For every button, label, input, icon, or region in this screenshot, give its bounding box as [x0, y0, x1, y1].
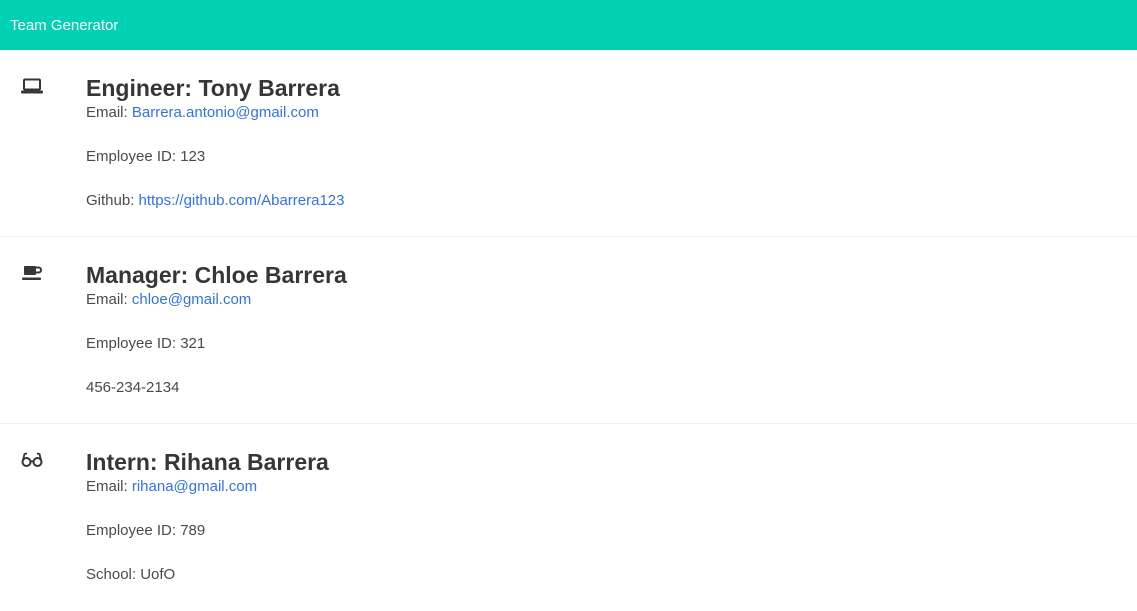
employee-card-intern: Intern: Rihana Barrera Email: rihana@gma…: [0, 424, 1137, 611]
github-link[interactable]: https://github.com/Abarrera123: [139, 192, 345, 209]
employee-id: Employee ID: 321: [86, 335, 206, 352]
employee-details: Manager: Chloe Barrera Email: chloe@gmai…: [86, 261, 347, 397]
email-line: Email: rihana@gmail.com: [86, 478, 329, 496]
laptop-icon: [21, 78, 43, 94]
email-link[interactable]: Barrera.antonio@gmail.com: [132, 104, 319, 121]
school-value: UofO: [140, 566, 176, 583]
employee-card-engineer: Engineer: Tony Barrera Email: Barrera.an…: [0, 50, 1137, 237]
employee-title: Engineer: Tony Barrera: [86, 75, 340, 101]
email-link[interactable]: chloe@gmail.com: [132, 291, 251, 308]
employee-card-manager: Manager: Chloe Barrera Email: chloe@gmai…: [0, 237, 1137, 424]
email-label: Email:: [86, 478, 128, 495]
employee-id: Employee ID: 789: [86, 522, 206, 539]
employee-title: Manager: Chloe Barrera: [86, 262, 347, 288]
glasses-icon: [21, 452, 43, 467]
coffee-icon: [22, 266, 42, 280]
github-line: Github: https://github.com/Abarrera123: [86, 192, 345, 210]
employee-list: Engineer: Tony Barrera Email: Barrera.an…: [0, 50, 1137, 611]
office-number: 456-234-2134: [86, 379, 180, 396]
email-link[interactable]: rihana@gmail.com: [132, 478, 257, 495]
email-label: Email:: [86, 291, 128, 308]
email-line: Email: Barrera.antonio@gmail.com: [86, 104, 345, 122]
employee-title: Intern: Rihana Barrera: [86, 449, 329, 475]
employee-details: Engineer: Tony Barrera Email: Barrera.an…: [86, 74, 345, 210]
email-line: Email: chloe@gmail.com: [86, 291, 347, 309]
email-label: Email:: [86, 104, 128, 121]
github-label: Github:: [86, 192, 135, 209]
school-label: School:: [86, 566, 137, 583]
employee-details: Intern: Rihana Barrera Email: rihana@gma…: [86, 448, 329, 584]
school-line: School: UofO: [86, 566, 329, 584]
employee-id: Employee ID: 123: [86, 148, 206, 165]
navbar: Team Generator: [0, 0, 1137, 50]
navbar-title: Team Generator: [10, 16, 119, 34]
